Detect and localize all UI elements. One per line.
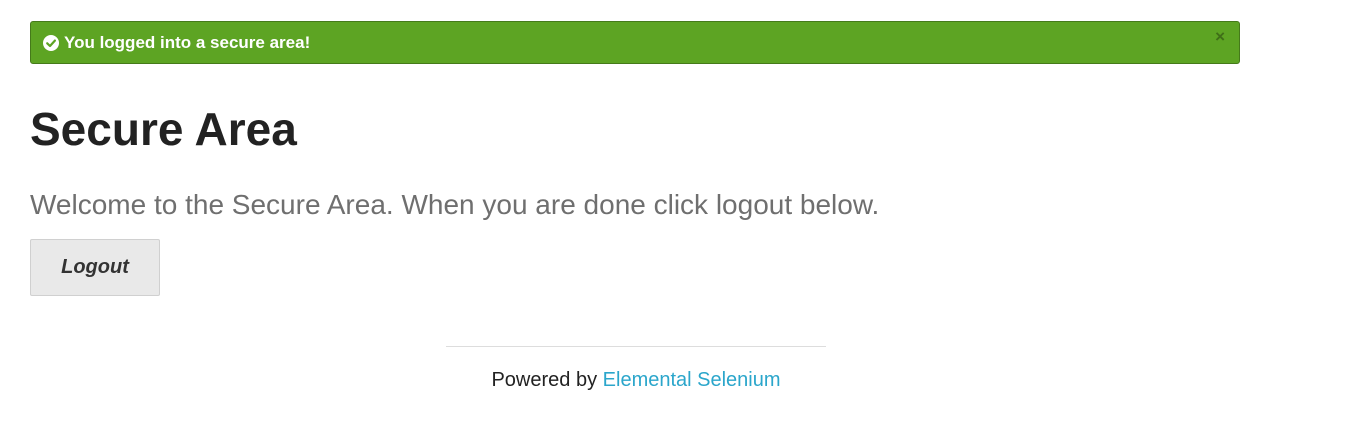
page-title: Secure Area bbox=[30, 103, 297, 155]
flash-message-text: You logged into a secure area! bbox=[64, 32, 311, 52]
flash-message: You logged into a secure area! × bbox=[30, 21, 1240, 64]
subheader: Welcome to the Secure Area. When you are… bbox=[30, 189, 880, 220]
close-icon[interactable]: × bbox=[1215, 28, 1225, 46]
footer: Powered by Elemental Selenium bbox=[446, 368, 826, 392]
logout-button[interactable]: Logout bbox=[30, 239, 160, 296]
logout-button-label: Logout bbox=[61, 256, 129, 278]
footer-divider bbox=[446, 346, 826, 347]
footer-link[interactable]: Elemental Selenium bbox=[603, 369, 781, 391]
check-circle-icon bbox=[43, 34, 59, 51]
footer-prefix: Powered by bbox=[491, 369, 598, 391]
